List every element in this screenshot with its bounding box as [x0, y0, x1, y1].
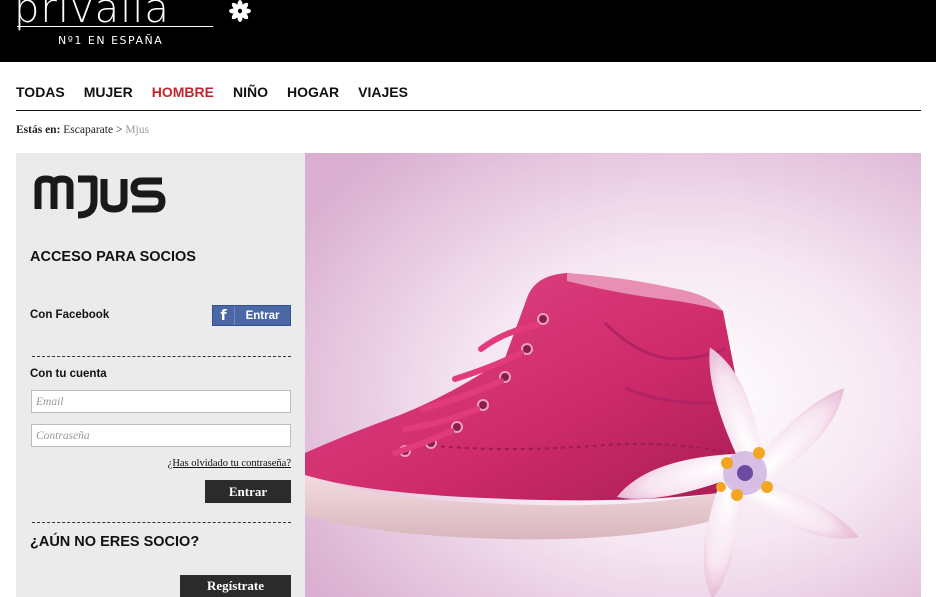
- login-submit-button[interactable]: Entrar: [205, 480, 291, 503]
- breadcrumb-current: Mjus: [125, 124, 149, 136]
- nav-divider: [16, 110, 921, 111]
- site-header: privalia Nº1 EN ESPAÑA: [0, 0, 936, 62]
- mjus-brand-logo: [34, 175, 166, 219]
- register-button[interactable]: Regístrate: [180, 575, 291, 597]
- breadcrumb: Estás en: Escaparate > Mjus: [16, 124, 149, 136]
- facebook-login-button[interactable]: f Entrar: [212, 305, 291, 326]
- flower-logo-icon: [229, 0, 251, 22]
- logo-tagline: Nº1 EN ESPAÑA: [58, 34, 164, 47]
- nav-item-viajes[interactable]: VIAJES: [358, 84, 408, 100]
- login-title: ACCESO PARA SOCIOS: [30, 249, 196, 265]
- shoe-product-image: [305, 153, 921, 597]
- email-field[interactable]: [31, 390, 291, 413]
- account-login-label: Con tu cuenta: [30, 368, 107, 380]
- password-field[interactable]: [31, 424, 291, 447]
- facebook-icon: f: [213, 306, 235, 325]
- facebook-login-button-label: Entrar: [245, 309, 280, 322]
- category-nav: TODAS MUJER HOMBRE NIÑO HOGAR VIAJES: [16, 84, 427, 100]
- breadcrumb-label: Estás en:: [16, 124, 61, 136]
- login-panel: ACCESO PARA SOCIOS Con Facebook f Entrar…: [16, 153, 305, 597]
- nav-item-nino[interactable]: NIÑO: [233, 84, 268, 100]
- breadcrumb-separator: >: [115, 124, 123, 136]
- nav-item-mujer[interactable]: MUJER: [84, 84, 133, 100]
- nav-item-todas[interactable]: TODAS: [16, 84, 65, 100]
- privalia-logo[interactable]: privalia: [14, 0, 170, 32]
- not-member-title: ¿AÚN NO ERES SOCIO?: [30, 534, 200, 550]
- section-divider: [32, 356, 291, 357]
- logo-underline: [17, 26, 213, 27]
- breadcrumb-link-escaparate[interactable]: Escaparate: [63, 124, 113, 136]
- hero-banner: [305, 153, 921, 597]
- forgot-password-link[interactable]: ¿Has olvidado tu contraseña?: [168, 458, 291, 469]
- section-divider: [32, 522, 291, 523]
- facebook-login-label: Con Facebook: [30, 309, 110, 321]
- nav-item-hogar[interactable]: HOGAR: [287, 84, 339, 100]
- nav-item-hombre[interactable]: HOMBRE: [152, 84, 214, 100]
